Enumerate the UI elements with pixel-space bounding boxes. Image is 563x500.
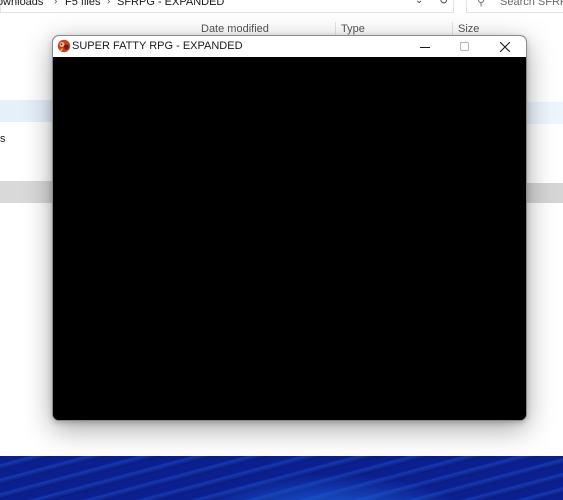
game-app-icon	[57, 39, 71, 53]
nav-pane-hover-item[interactable]	[0, 181, 60, 203]
game-window[interactable]: SUPER FATTY RPG - EXPANDED	[52, 35, 527, 421]
chevron-right-icon: ›	[107, 0, 111, 7]
column-divider[interactable]	[452, 22, 453, 36]
breadcrumb-current-folder[interactable]: SFRPG - EXPANDED	[117, 0, 224, 10]
column-header-type[interactable]: Type	[341, 23, 365, 35]
chevron-right-icon: ›	[54, 0, 58, 7]
search-icon: ⚲	[477, 0, 486, 8]
search-placeholder: Search SFRPG	[500, 0, 563, 8]
refresh-icon[interactable]: ↻	[439, 0, 448, 9]
game-canvas[interactable]	[53, 57, 526, 420]
search-input[interactable]: ⚲ Search SFRPG	[466, 0, 563, 13]
window-titlebar[interactable]: SUPER FATTY RPG - EXPANDED	[53, 36, 526, 57]
breadcrumb-downloads[interactable]: Downloads	[0, 0, 43, 10]
nav-pane-item[interactable]: s	[0, 133, 6, 145]
scrollbar-thumb[interactable]	[527, 183, 563, 203]
file-list-row[interactable]	[525, 102, 563, 124]
maximize-icon	[460, 41, 469, 51]
breadcrumb-f5-files[interactable]: F5 files	[65, 0, 100, 10]
column-header-date-modified[interactable]: Date modified	[201, 23, 269, 35]
close-button[interactable]	[485, 36, 525, 57]
chevron-down-icon[interactable]: ⌄	[415, 0, 423, 9]
maximize-button[interactable]	[445, 36, 485, 57]
minimize-icon	[420, 46, 430, 48]
desktop-wallpaper	[0, 456, 563, 500]
nav-pane-selected-item[interactable]	[0, 100, 60, 122]
column-header-size[interactable]: Size	[458, 23, 479, 35]
close-icon	[500, 41, 510, 52]
column-divider[interactable]	[335, 22, 336, 36]
address-bar[interactable]: Downloads › F5 files › SFRPG - EXPANDED …	[0, 0, 454, 13]
window-title: SUPER FATTY RPG - EXPANDED	[72, 40, 243, 52]
minimize-button[interactable]	[405, 36, 445, 57]
